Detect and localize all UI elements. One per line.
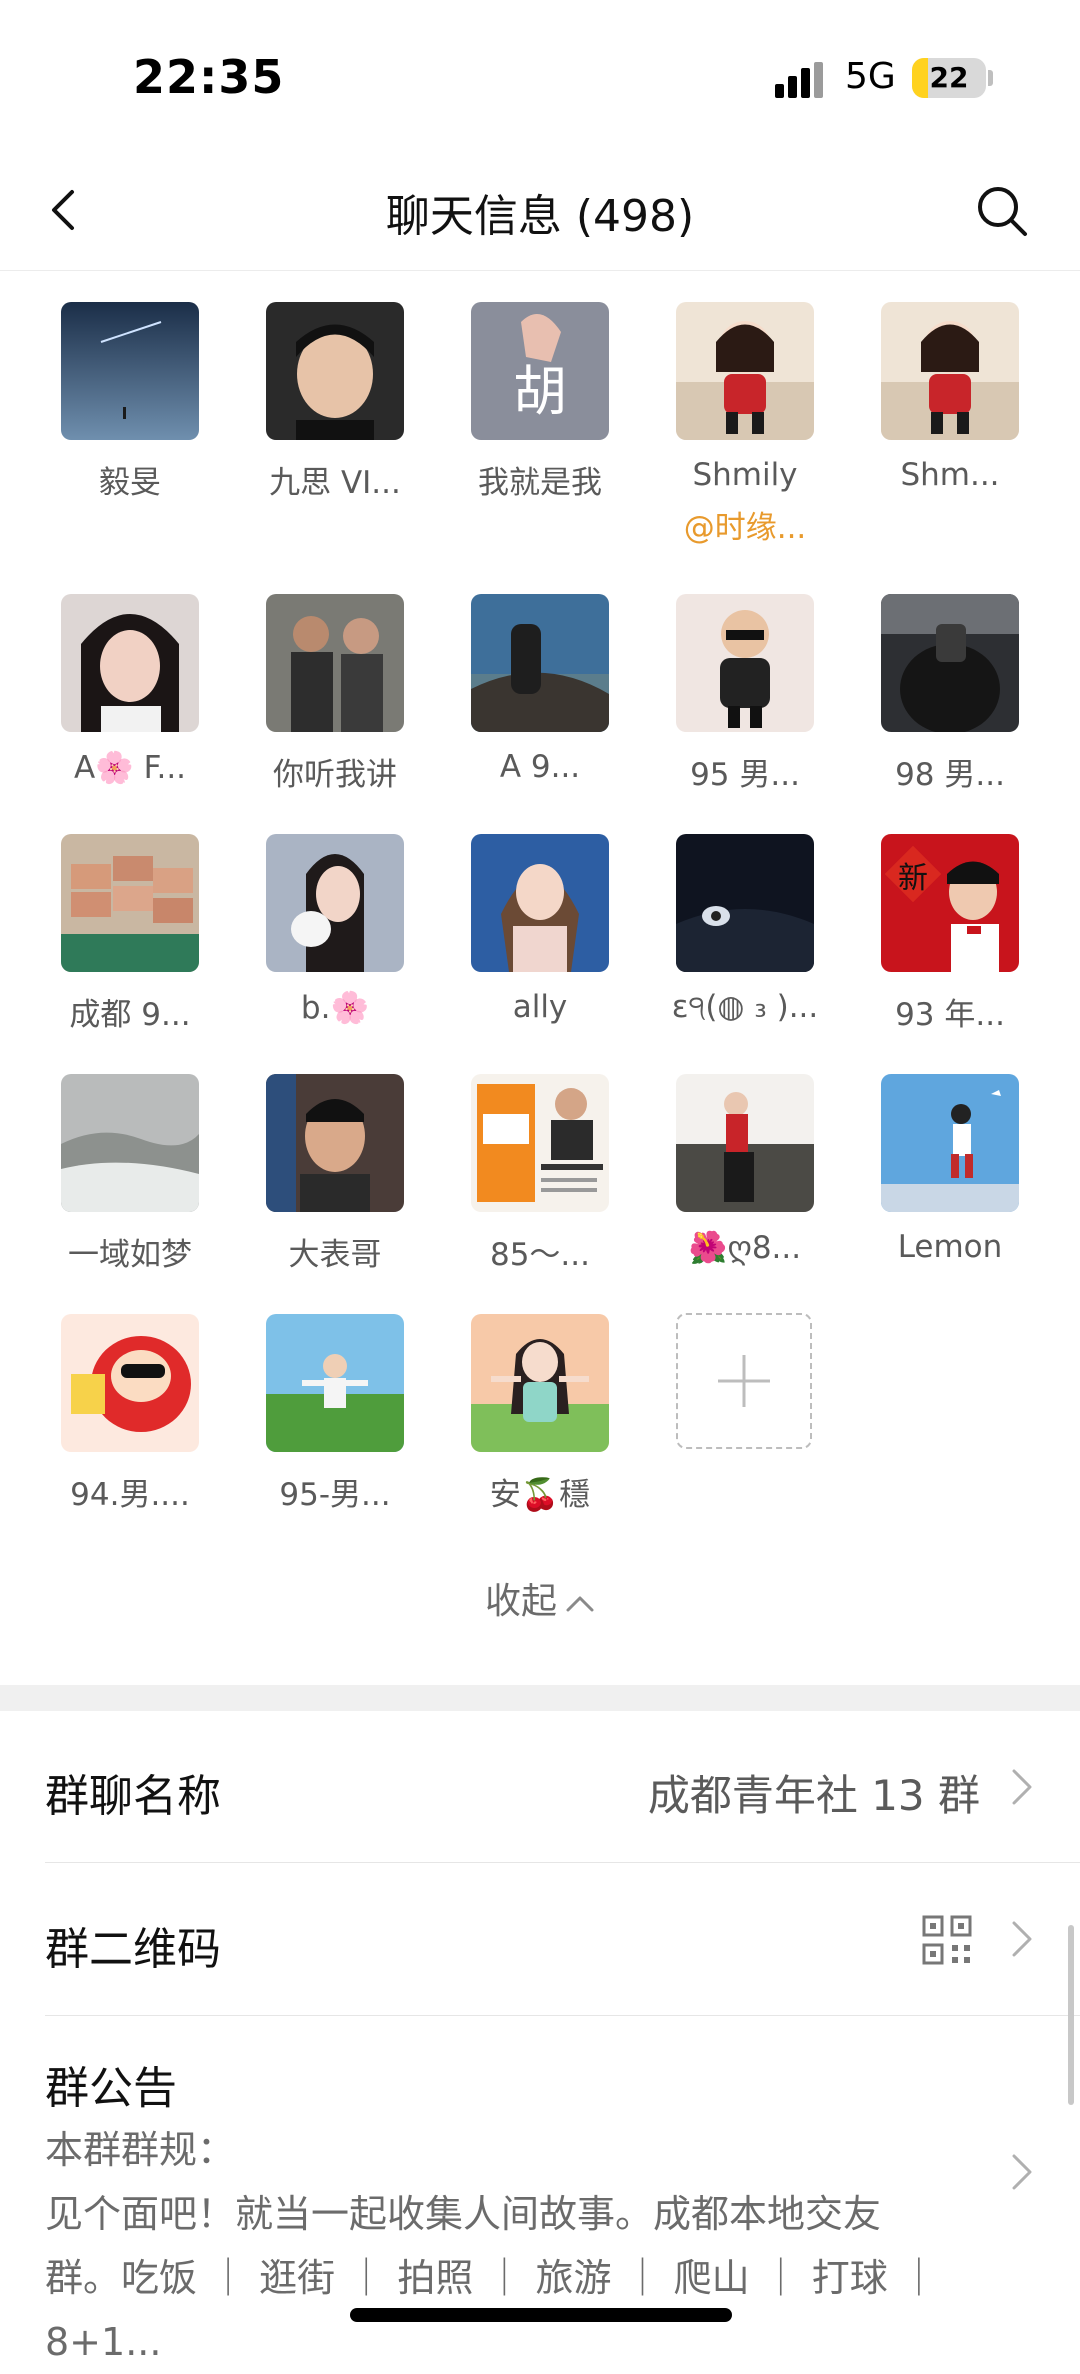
member-name: 95 男... bbox=[690, 757, 800, 793]
group-qr-label: 群二维码 bbox=[45, 1924, 221, 1975]
member-name: 98 男... bbox=[895, 757, 1005, 793]
member-name: 九思 VI... bbox=[269, 465, 401, 501]
member-sub: @时缘... bbox=[683, 510, 807, 546]
member-name: A 9... bbox=[499, 749, 581, 785]
avatar bbox=[266, 1314, 404, 1452]
member-name: 成都 9... bbox=[69, 997, 191, 1033]
avatar bbox=[61, 1074, 199, 1212]
group-qr-row[interactable]: 群二维码 bbox=[0, 1863, 1080, 2015]
avatar bbox=[471, 1314, 609, 1452]
search-icon[interactable] bbox=[975, 184, 1029, 238]
collapse-button[interactable]: 收起 bbox=[0, 1572, 1080, 1624]
avatar bbox=[881, 1074, 1019, 1212]
member-name: b.🌸 bbox=[300, 990, 370, 1026]
avatar bbox=[676, 302, 814, 440]
avatar bbox=[881, 594, 1019, 732]
chevron-up-icon bbox=[566, 1596, 594, 1612]
member-name: ε੧(◍ ₃ )... bbox=[671, 989, 819, 1025]
status-bar: 22:35 5G 22 bbox=[0, 0, 1080, 150]
avatar bbox=[61, 1314, 199, 1452]
member-name: A🌸 F... bbox=[73, 750, 187, 786]
group-name-value: 成都青年社 13 群 bbox=[647, 1771, 980, 1820]
avatar: 胡 bbox=[471, 302, 609, 440]
group-name-label: 群聊名称 bbox=[45, 1771, 221, 1822]
chevron-right-icon bbox=[1012, 1769, 1032, 1805]
battery-icon: 22 bbox=[912, 58, 986, 98]
avatar bbox=[676, 1074, 814, 1212]
group-notice-line: 见个面吧！就当一起收集人间故事。成都本地交友 bbox=[45, 2192, 882, 2236]
plus-icon bbox=[718, 1355, 770, 1407]
signal-icon bbox=[775, 62, 829, 98]
avatar bbox=[61, 302, 199, 440]
section-gap bbox=[0, 1685, 1080, 1711]
group-notice-line: 本群群规： bbox=[45, 2128, 236, 2172]
member-name: Shmily bbox=[692, 457, 798, 493]
member-name: 安🍒穩 bbox=[489, 1477, 591, 1513]
avatar bbox=[266, 834, 404, 972]
member-name: 95-男... bbox=[279, 1477, 391, 1513]
member-name: 🌺ღ8... bbox=[688, 1230, 802, 1266]
member-name: 94.男.... bbox=[70, 1477, 190, 1513]
member-name: 我就是我 bbox=[478, 465, 602, 501]
battery-tip bbox=[988, 70, 993, 86]
avatar bbox=[676, 594, 814, 732]
avatar bbox=[471, 834, 609, 972]
member-name: 大表哥 bbox=[288, 1237, 382, 1273]
collapse-label: 收起 bbox=[484, 1581, 557, 1622]
chevron-right-icon bbox=[1012, 1921, 1032, 1957]
avatar bbox=[266, 302, 404, 440]
scrollbar[interactable] bbox=[1068, 1925, 1074, 2105]
avatar bbox=[881, 302, 1019, 440]
svg-text:新: 新 bbox=[898, 861, 928, 896]
member-name: Shm... bbox=[900, 457, 1000, 493]
member-name: ally bbox=[512, 989, 568, 1025]
avatar bbox=[471, 1074, 609, 1212]
avatar bbox=[471, 594, 609, 732]
member-name: 一域如梦 bbox=[68, 1237, 192, 1273]
home-indicator[interactable] bbox=[350, 2308, 732, 2322]
member-name: 你听我讲 bbox=[273, 757, 397, 793]
member-name: 85～... bbox=[489, 1237, 590, 1273]
avatar bbox=[266, 1074, 404, 1212]
battery-level: 22 bbox=[929, 61, 969, 94]
chevron-right-icon bbox=[1012, 2154, 1032, 2190]
avatar bbox=[61, 594, 199, 732]
add-member-button[interactable] bbox=[676, 1313, 812, 1449]
member-name: Lemon bbox=[897, 1229, 1003, 1265]
qr-code-icon bbox=[922, 1915, 972, 1965]
page-title: 聊天信息 (498) bbox=[385, 191, 695, 242]
status-time: 22:35 bbox=[133, 50, 285, 104]
svg-text:胡: 胡 bbox=[513, 360, 567, 423]
avatar: 新 bbox=[881, 834, 1019, 972]
avatar bbox=[61, 834, 199, 972]
group-name-row[interactable]: 群聊名称 成都青年社 13 群 bbox=[0, 1712, 1080, 1862]
nav-bar: 聊天信息 (498) bbox=[0, 150, 1080, 271]
avatar bbox=[266, 594, 404, 732]
group-notice-row[interactable]: 群公告 本群群规： 见个面吧！就当一起收集人间故事。成都本地交友 群。吃饭 ｜ … bbox=[0, 2016, 1080, 2364]
network-label: 5G bbox=[845, 56, 896, 97]
group-notice-label: 群公告 bbox=[45, 2063, 177, 2114]
avatar bbox=[676, 834, 814, 972]
member-name: 93 年... bbox=[895, 997, 1005, 1033]
member-name: 毅旻 bbox=[99, 465, 161, 501]
